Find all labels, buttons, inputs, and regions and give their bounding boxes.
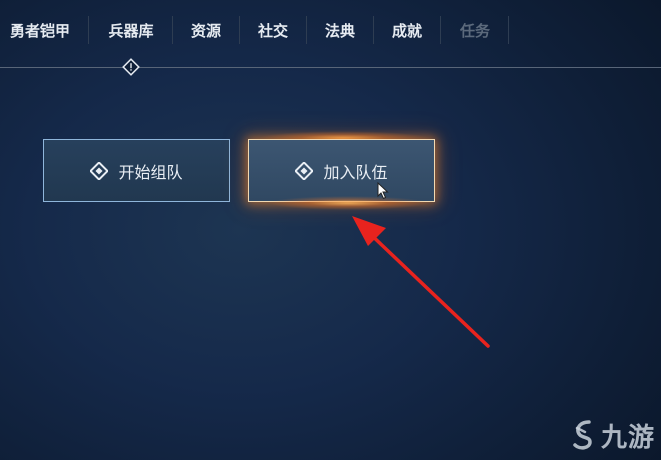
tab-divider	[172, 16, 173, 44]
tab-armory[interactable]: 兵器库	[99, 18, 163, 44]
diamond-icon	[295, 161, 314, 180]
start-team-button[interactable]: 开始组队	[43, 139, 230, 202]
nav-underline	[0, 67, 661, 68]
tab-social[interactable]: 社交	[250, 18, 296, 44]
diamond-icon	[90, 161, 109, 180]
tab-quests[interactable]: 任务	[452, 18, 498, 44]
join-team-label: 加入队伍	[323, 162, 388, 182]
red-arrow-annotation	[352, 216, 490, 348]
tab-hero-armor[interactable]: 勇者铠甲	[6, 18, 74, 44]
watermark: 九游	[571, 417, 655, 454]
jiuyou-logo	[573, 419, 592, 450]
tab-divider	[440, 16, 441, 44]
tab-divider	[373, 16, 374, 44]
mouse-cursor-icon	[377, 182, 389, 200]
tab-divider	[239, 16, 240, 44]
join-team-button[interactable]: 加入队伍	[248, 139, 435, 202]
start-team-label: 开始组队	[118, 162, 183, 182]
top-nav: 勇者铠甲 兵器库 资源 社交 法典 成就 任务	[0, 0, 661, 76]
tab-divider	[508, 16, 509, 44]
watermark-text: 九游	[600, 423, 655, 453]
tab-divider	[306, 16, 307, 44]
tab-achievements[interactable]: 成就	[384, 18, 430, 44]
alert-diamond-icon	[122, 58, 140, 76]
tab-divider	[88, 16, 89, 44]
tab-codex[interactable]: 法典	[317, 18, 363, 44]
tab-resources[interactable]: 资源	[183, 18, 229, 44]
